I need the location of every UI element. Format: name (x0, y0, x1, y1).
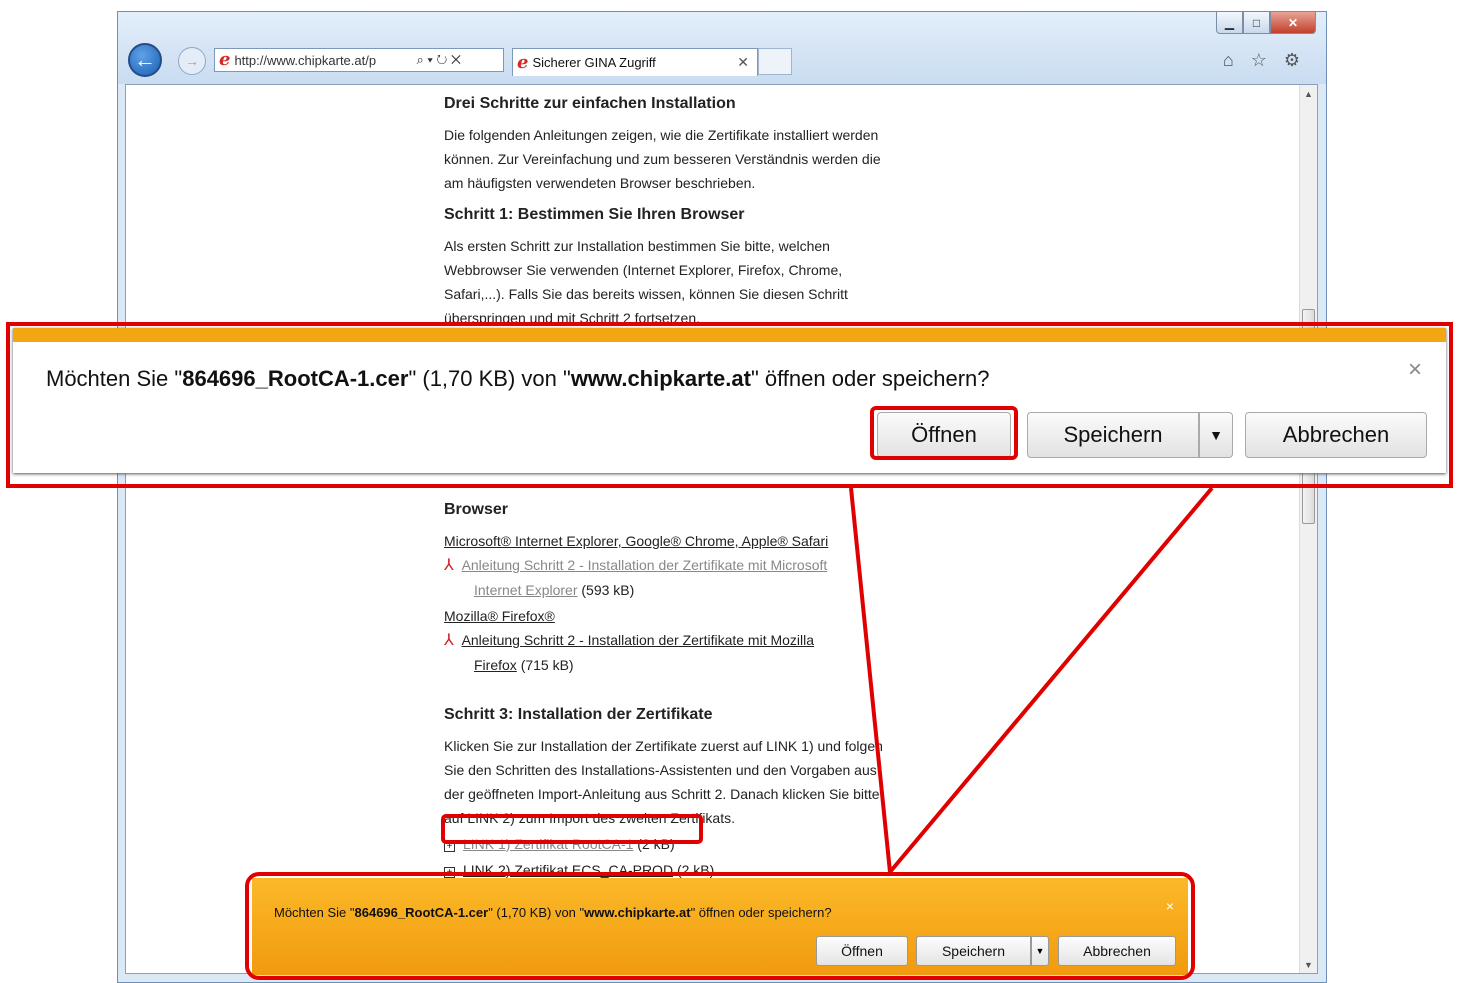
pdf-icon: ⅄ (444, 557, 454, 574)
step3-heading: Schritt 3: Installation der Zertifikate (444, 706, 713, 723)
tab-active[interactable]: e Sicherer GINA Zugriff ✕ (512, 48, 758, 76)
step3-line: Klicken Sie zur Installation der Zertifi… (444, 738, 883, 754)
highlight-zoom-notification (6, 322, 1453, 488)
intro-line: am häufigsten verwendeten Browser beschr… (444, 175, 756, 191)
close-window-button[interactable]: ✕ (1270, 12, 1316, 34)
ms-browsers-link[interactable]: Microsoft® Internet Explorer, Google® Ch… (444, 533, 828, 549)
minimize-button[interactable]: ▁ (1216, 12, 1243, 34)
tab-title: Sicherer GINA Zugriff (532, 55, 656, 70)
vertical-scrollbar[interactable]: ▲ ▼ (1299, 85, 1317, 973)
page-content: Drei Schritte zur einfachen Installation… (125, 84, 1318, 974)
arrow-right-icon: → (185, 53, 199, 69)
back-button[interactable]: ← (128, 43, 162, 77)
step1-line: Safari,...). Falls Sie das bereits wisse… (444, 286, 848, 302)
address-bar[interactable]: e http://www.chipkarte.at/p ⌕ ▾ ↻ ✕ (214, 48, 504, 72)
scroll-up-icon[interactable]: ▲ (1300, 85, 1317, 102)
intro-line: können. Zur Vereinfachung und zum besser… (444, 151, 881, 167)
ms-guide-link-cont[interactable]: Internet Explorer (474, 582, 578, 598)
step1-line: Webbrowser Sie verwenden (Internet Explo… (444, 262, 843, 278)
highlight-small-notification (245, 872, 1195, 980)
highlight-open-button (870, 406, 1018, 460)
url-text[interactable]: http://www.chipkarte.at/p (234, 53, 412, 68)
step3-line: Sie den Schritten des Installations-Assi… (444, 762, 877, 778)
maximize-button[interactable]: □ (1243, 12, 1270, 34)
intro-text: Die folgenden Anleitungen zeigen, wie di… (444, 123, 881, 195)
toolbar-icons[interactable]: ⌂ ☆ ⚙ (1223, 50, 1306, 71)
address-actions-icon[interactable]: ⌕ ▾ ↻ ✕ (416, 52, 460, 68)
browser-list: Microsoft® Internet Explorer, Google® Ch… (444, 529, 828, 677)
intro-line: Die folgenden Anleitungen zeigen, wie di… (444, 127, 879, 143)
ff-guide-link-cont[interactable]: Firefox (474, 657, 517, 673)
scroll-down-icon[interactable]: ▼ (1300, 956, 1317, 973)
step1-line: Als ersten Schritt zur Installation best… (444, 238, 830, 254)
highlight-link1 (441, 814, 703, 844)
step3-line: der geöffneten Import-Anleitung aus Schr… (444, 786, 880, 802)
new-tab-button[interactable] (758, 48, 792, 75)
ms-guide-size: (593 kB) (581, 582, 635, 598)
ie-logo-icon: e (517, 51, 529, 73)
browser-window: ▁ □ ✕ ← → e http://www.chipkarte.at/p ⌕ … (117, 11, 1327, 983)
step1-text: Als ersten Schritt zur Installation best… (444, 234, 848, 330)
ff-guide-link[interactable]: Anleitung Schritt 2 - Installation der Z… (462, 632, 814, 648)
ff-guide-size: (715 kB) (520, 657, 574, 673)
ie-logo-icon: e (219, 49, 231, 70)
arrow-left-icon: ← (134, 47, 156, 72)
browser-heading: Browser (444, 501, 509, 518)
heading-install: Drei Schritte zur einfachen Installation (444, 95, 736, 112)
pdf-icon: ⅄ (444, 632, 454, 649)
step3-text: Klicken Sie zur Installation der Zertifi… (444, 734, 883, 882)
forward-button[interactable]: → (178, 47, 206, 75)
step1-heading: Schritt 1: Bestimmen Sie Ihren Browser (444, 206, 745, 223)
ms-guide-link[interactable]: Anleitung Schritt 2 - Installation der Z… (462, 557, 828, 573)
title-bar: ▁ □ ✕ ← → e http://www.chipkarte.at/p ⌕ … (118, 12, 1326, 84)
tab-close-icon[interactable]: ✕ (737, 54, 749, 71)
window-controls: ▁ □ ✕ (1216, 12, 1316, 36)
firefox-link[interactable]: Mozilla® Firefox® (444, 608, 555, 624)
